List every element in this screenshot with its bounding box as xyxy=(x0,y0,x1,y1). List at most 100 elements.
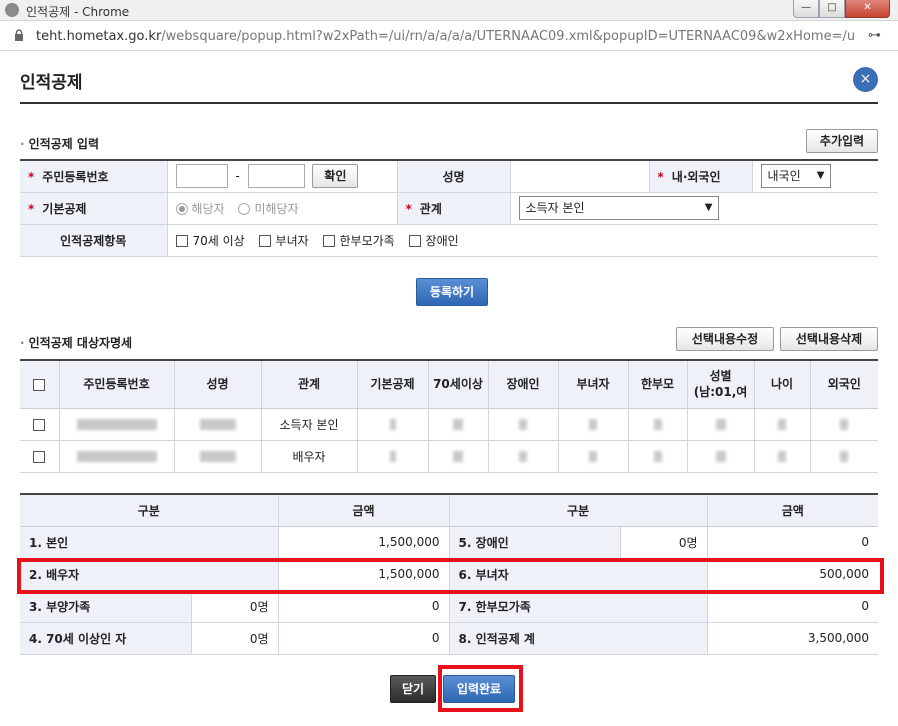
address-bar[interactable]: teht.hometax.go.kr/websquare/popup.html?… xyxy=(0,21,898,51)
window-titlebar: 인적공제 - Chrome — □ ✕ xyxy=(0,0,898,21)
redacted-value xyxy=(453,451,463,462)
summary-label: 8. 인적공제 계 xyxy=(449,622,708,655)
chevron-down-icon: ▼ xyxy=(704,202,713,213)
row-relation: 소득자 본인 xyxy=(261,408,358,441)
relation-cell: 소득자 본인 ▼ xyxy=(510,192,878,225)
rrn-cell: - 확인 xyxy=(167,160,398,193)
redacted-value xyxy=(199,419,236,430)
maximize-button[interactable]: □ xyxy=(819,0,845,18)
entry-section-title: · 인적공제 입력 xyxy=(20,137,99,151)
col-basic: 기본공제 xyxy=(357,360,429,409)
checkbox-icon xyxy=(258,235,271,247)
item-woman[interactable]: 부녀자 xyxy=(258,232,309,249)
redacted-value xyxy=(840,451,849,462)
row-checkbox[interactable] xyxy=(33,450,46,463)
redacted-value xyxy=(778,419,786,430)
redacted-value xyxy=(715,419,726,430)
redacted-value xyxy=(389,451,396,462)
basic-deduction-options: 해당자 미해당자 xyxy=(167,192,398,225)
table-row[interactable]: 소득자 본인 xyxy=(20,408,878,441)
col-disabled: 장애인 xyxy=(488,360,559,409)
col-name: 성명 xyxy=(174,360,262,409)
window-title: 인적공제 - Chrome xyxy=(26,5,130,19)
summary-count: 0명 xyxy=(620,526,708,559)
nationality-label: * 내·외국인 xyxy=(649,160,753,193)
summary-amount: 0 xyxy=(707,526,878,559)
radio-icon xyxy=(238,203,251,215)
summary-amount: 0 xyxy=(707,590,878,623)
row-relation: 배우자 xyxy=(261,440,358,473)
radio-icon xyxy=(175,203,188,215)
deduction-items-label: 인적공제항목 xyxy=(20,224,168,257)
rrn-label: * 주민등록번호 xyxy=(20,160,168,193)
row-checkbox[interactable] xyxy=(33,418,46,431)
basic-option-no[interactable]: 미해당자 xyxy=(238,200,299,217)
redacted-value xyxy=(519,419,527,430)
select-all-cell xyxy=(20,360,60,409)
summary-count: 0명 xyxy=(191,590,279,623)
col-category-right: 구분 xyxy=(449,494,708,527)
relation-label: * 관계 xyxy=(397,192,511,225)
item-single-parent[interactable]: 한부모가족 xyxy=(322,232,395,249)
summary-label: 3. 부양가족 xyxy=(20,590,192,623)
header-divider xyxy=(20,102,878,104)
minimize-button[interactable]: — xyxy=(793,0,819,18)
summary-amount: 0 xyxy=(278,590,450,623)
chevron-down-icon: ▼ xyxy=(816,170,825,182)
key-icon[interactable]: ⊶ xyxy=(868,28,881,43)
summary-label: 5. 장애인 xyxy=(449,526,621,559)
col-age: 나이 xyxy=(754,360,811,409)
add-entry-button[interactable]: 추가입력 xyxy=(806,129,878,153)
summary-count: 0명 xyxy=(191,622,279,655)
redacted-value xyxy=(840,419,849,430)
register-button[interactable]: 등록하기 xyxy=(416,278,488,306)
summary-header-row: 구분 금액 구분 금액 xyxy=(20,494,878,527)
highlight-spouse-row xyxy=(17,558,884,594)
confirm-button[interactable]: 확인 xyxy=(312,164,359,189)
col-gender: 성별 (남:01,여 xyxy=(687,360,755,409)
nationality-select[interactable]: 내국인 ▼ xyxy=(760,164,831,189)
redacted-value xyxy=(653,451,662,462)
table-header-row: 주민등록번호 성명 관계 기본공제 70세이상 장애인 부녀자 한부모 성별 (남… xyxy=(20,360,878,409)
rrn-front-input[interactable] xyxy=(175,164,228,189)
nationality-cell: 내국인 ▼ xyxy=(752,160,878,193)
table-row[interactable]: 배우자 xyxy=(20,440,878,473)
checkbox-icon xyxy=(408,235,421,247)
col-amount-left: 금액 xyxy=(278,494,450,527)
page-title: 인적공제 xyxy=(20,73,83,93)
summary-row: 4. 70세 이상인 자 0명 0 8. 인적공제 계 3,500,000 xyxy=(20,622,878,655)
summary-label: 4. 70세 이상인 자 xyxy=(20,622,192,655)
redacted-value xyxy=(199,451,236,462)
lock-icon xyxy=(15,29,23,41)
list-section-title: · 인적공제 대상자명세 xyxy=(20,336,133,350)
delete-selected-button[interactable]: 선택내용삭제 xyxy=(780,327,878,351)
redacted-value xyxy=(389,419,396,430)
close-button[interactable]: 닫기 xyxy=(390,675,436,703)
basic-option-yes[interactable]: 해당자 xyxy=(175,200,225,217)
rrn-back-input[interactable] xyxy=(247,164,305,189)
close-icon[interactable]: × xyxy=(853,67,878,92)
window-close-button[interactable]: ✕ xyxy=(845,0,890,18)
item-disabled[interactable]: 장애인 xyxy=(408,232,459,249)
col-category-left: 구분 xyxy=(20,494,279,527)
col-amount-right: 금액 xyxy=(707,494,878,527)
redacted-value xyxy=(76,451,157,462)
entry-form: * 주민등록번호 - 확인 성명 * 내·외국인 내국인 ▼ * 기본공제 해당자 미해… xyxy=(20,159,878,257)
col-single-parent: 한부모 xyxy=(628,360,688,409)
summary-row: 3. 부양가족 0명 0 7. 한부모가족 0 xyxy=(20,590,878,623)
redacted-value xyxy=(778,451,786,462)
redacted-value xyxy=(76,419,157,430)
relation-select[interactable]: 소득자 본인 ▼ xyxy=(518,196,719,220)
redacted-value xyxy=(715,451,726,462)
redacted-value xyxy=(589,419,597,430)
summary-row: 1. 본인 1,500,000 5. 장애인 0명 0 xyxy=(20,526,878,559)
summary-amount: 0 xyxy=(278,622,450,655)
select-all-checkbox[interactable] xyxy=(33,378,46,391)
redacted-value xyxy=(453,419,463,430)
url-text[interactable]: teht.hometax.go.kr/websquare/popup.html?… xyxy=(36,29,856,44)
summary-label: 7. 한부모가족 xyxy=(449,590,708,623)
item-70-plus[interactable]: 70세 이상 xyxy=(175,232,245,249)
name-value xyxy=(510,160,650,193)
edit-selected-button[interactable]: 선택내용수정 xyxy=(676,327,774,351)
redacted-value xyxy=(519,451,527,462)
